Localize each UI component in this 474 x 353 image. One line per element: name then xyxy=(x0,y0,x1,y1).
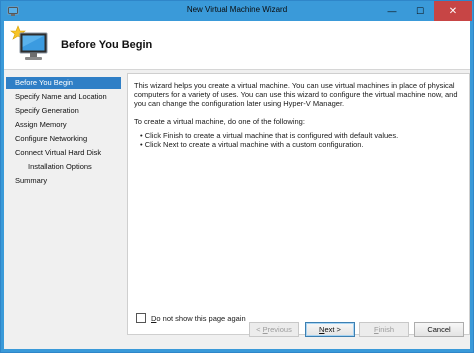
title-bar[interactable]: New Virtual Machine Wizard — ☐ ✕ xyxy=(1,1,473,21)
dont-show-again-label-rest: o not show this page again xyxy=(156,313,246,323)
wizard-content-panel: This wizard helps you create a virtual m… xyxy=(127,73,470,335)
previous-button[interactable]: < Previous xyxy=(249,322,299,337)
wizard-window: New Virtual Machine Wizard — ☐ ✕ Before … xyxy=(0,0,474,353)
page-title: Before You Begin xyxy=(61,39,153,51)
wizard-header: Before You Begin xyxy=(4,21,470,70)
sidebar-item-assign-memory[interactable]: Assign Memory xyxy=(6,119,121,131)
intro-line-2: computers for a variety of uses. You can… xyxy=(134,90,458,99)
next-label-rest: ext > xyxy=(324,325,341,334)
instruction-text: To create a virtual machine, do one of t… xyxy=(134,117,305,126)
bullet-next-text: Click Next to create a virtual machine w… xyxy=(144,140,364,149)
cancel-button[interactable]: Cancel xyxy=(414,322,464,337)
finish-button[interactable]: Finish xyxy=(359,322,409,337)
bullet-next: • Click Next to create a virtual machine… xyxy=(140,140,364,149)
bullet-finish: • Click Finish to create a virtual machi… xyxy=(140,131,399,140)
next-button[interactable]: Next > xyxy=(305,322,355,337)
bullet-finish-text: Click Finish to create a virtual machine… xyxy=(144,131,399,140)
sidebar-item-connect-virtual-hard-disk[interactable]: Connect Virtual Hard Disk xyxy=(6,147,121,159)
maximize-button[interactable]: ☐ xyxy=(406,1,434,21)
intro-line-3: you can change the configuration later u… xyxy=(134,99,345,108)
dont-show-again-label[interactable]: Do not show this page again xyxy=(151,314,246,323)
sidebar-item-before-you-begin[interactable]: Before You Begin xyxy=(6,77,121,89)
finish-label-rest: inish xyxy=(378,325,395,334)
sidebar-item-installation-options[interactable]: Installation Options xyxy=(6,161,121,173)
sidebar-item-summary[interactable]: Summary xyxy=(6,175,121,187)
wizard-steps-nav: Before You Begin Specify Name and Locati… xyxy=(6,75,121,325)
close-button[interactable]: ✕ xyxy=(434,1,472,21)
dont-show-again-row[interactable]: Do not show this page again xyxy=(136,312,246,324)
sidebar-item-specify-generation[interactable]: Specify Generation xyxy=(6,105,121,117)
intro-line-1: This wizard helps you create a virtual m… xyxy=(134,81,455,90)
previous-label-rest: revious xyxy=(267,325,292,334)
sidebar-item-specify-name-location[interactable]: Specify Name and Location xyxy=(6,91,121,103)
new-vm-wizard-icon xyxy=(10,25,48,60)
minimize-button[interactable]: — xyxy=(378,1,406,21)
dont-show-again-checkbox[interactable] xyxy=(136,313,146,323)
wizard-client-area: Before You Begin Before You Begin Specif… xyxy=(4,21,470,349)
sidebar-item-configure-networking[interactable]: Configure Networking xyxy=(6,133,121,145)
